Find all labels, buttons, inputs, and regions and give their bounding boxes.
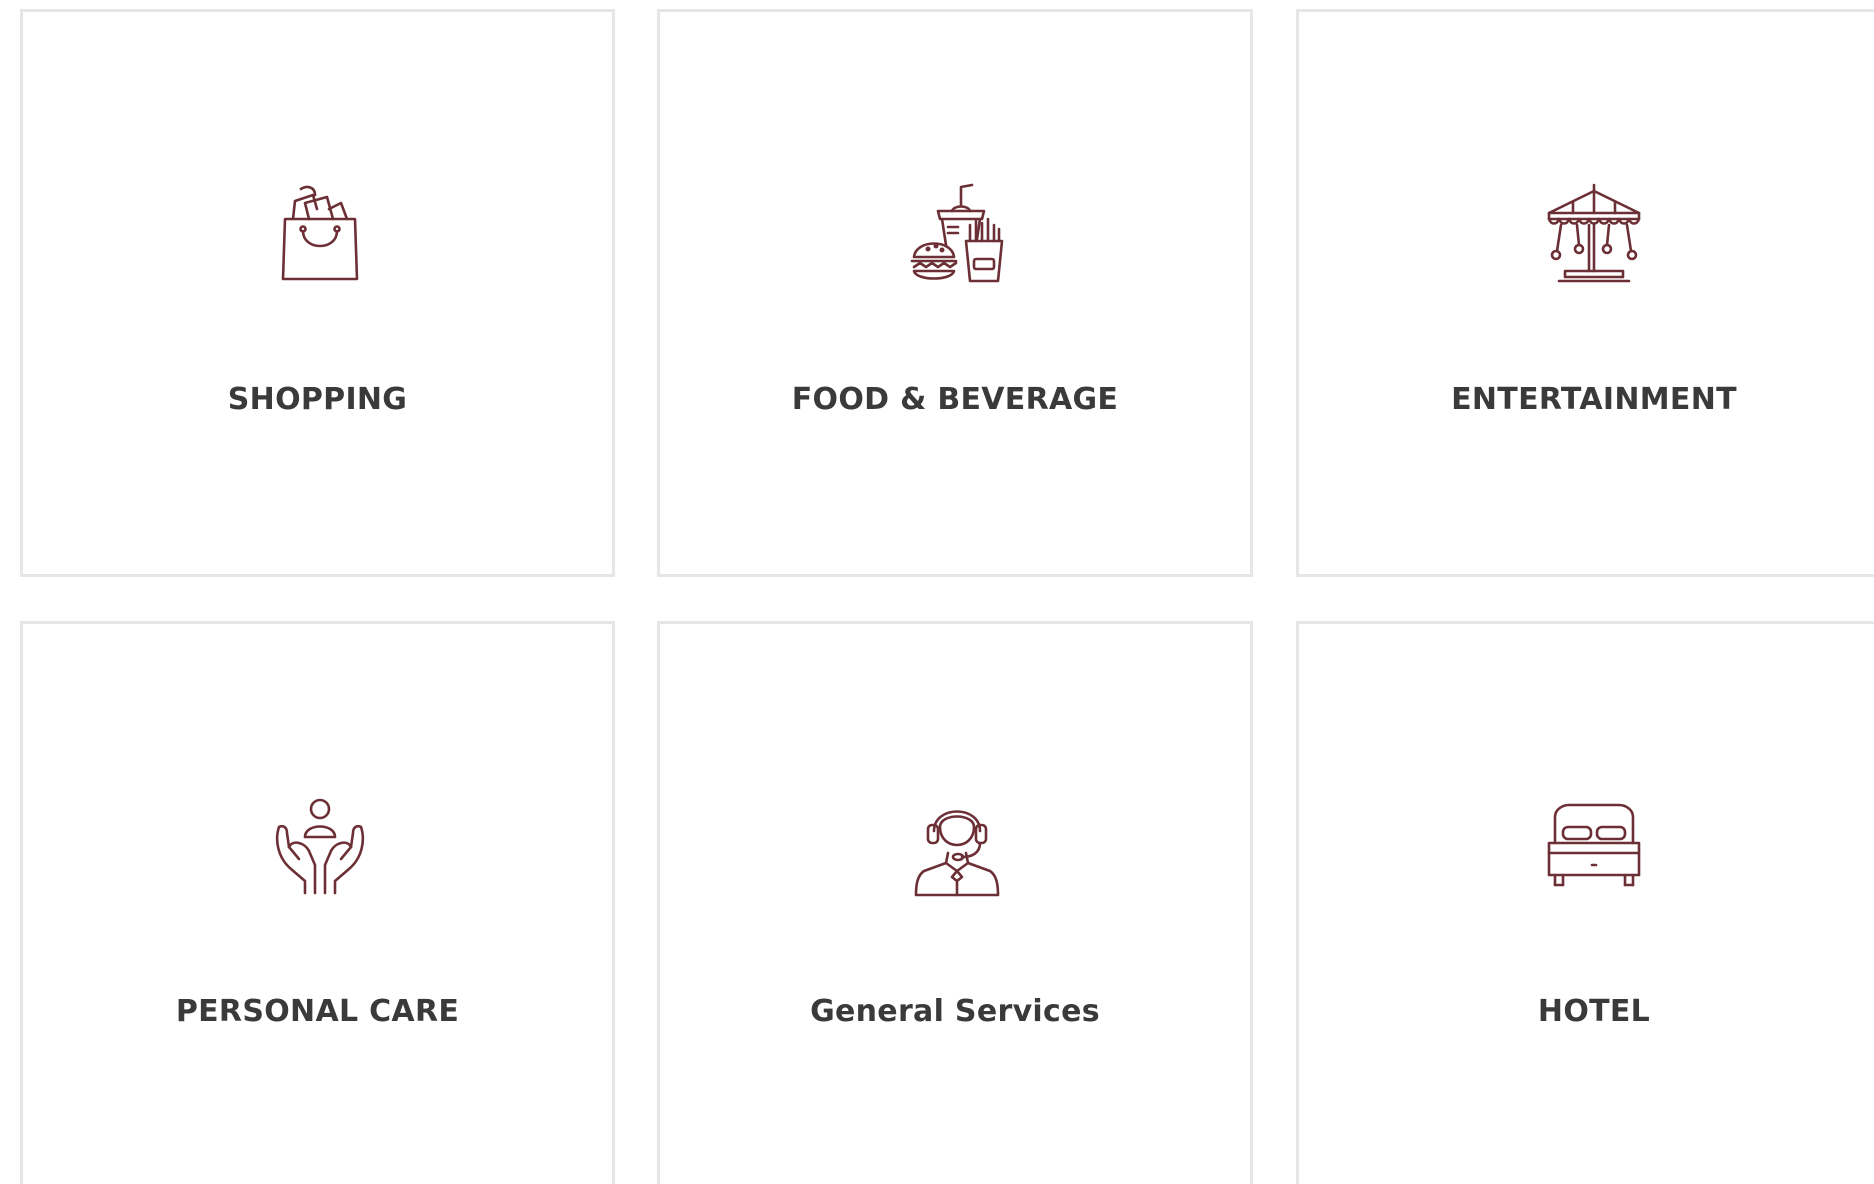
fast-food-icon [902,179,1012,289]
category-card-hotel[interactable]: HOTEL [1296,621,1874,1184]
shopping-bag-icon [265,179,375,289]
category-card-general-services[interactable]: General Services [657,621,1253,1184]
carousel-icon [1539,179,1649,289]
category-label: ENTERTAINMENT [1451,382,1737,417]
care-hands-icon [265,791,375,901]
category-grid: SHOPPING FOOD & BEVERAGE ENTERTAINMENT P… [0,0,1874,1184]
customer-support-icon [902,791,1012,901]
category-card-shopping[interactable]: SHOPPING [20,9,615,577]
category-label: FOOD & BEVERAGE [791,382,1119,417]
category-label: PERSONAL CARE [175,994,460,1029]
category-card-personal-care[interactable]: PERSONAL CARE [20,621,615,1184]
category-label: General Services [810,994,1100,1029]
category-label: HOTEL [1537,994,1651,1029]
category-card-entertainment[interactable]: ENTERTAINMENT [1296,9,1874,577]
bed-icon [1539,791,1649,901]
category-label: SHOPPING [227,382,408,417]
category-card-food-beverage[interactable]: FOOD & BEVERAGE [657,9,1253,577]
